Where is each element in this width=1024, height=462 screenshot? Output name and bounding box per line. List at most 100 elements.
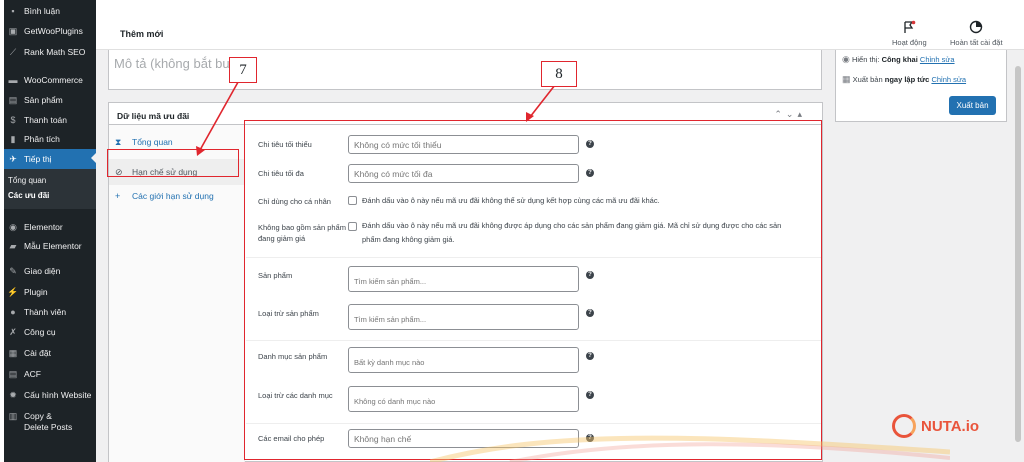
finish-setup-label: Hoàn tất cài đặt xyxy=(950,38,1003,47)
sidebar-item-label: Copy & Delete Posts xyxy=(24,411,72,433)
page-title: Thêm mới xyxy=(120,29,164,39)
publish-edit-link[interactable]: Chỉnh sửa xyxy=(931,75,966,84)
ticket-icon: ⧗ xyxy=(115,136,122,147)
progress-ring-icon xyxy=(970,20,983,34)
publish-label: Xuất bản xyxy=(852,75,883,84)
nuta-logo-icon xyxy=(892,414,916,438)
publish-value: ngay lập tức xyxy=(884,75,930,84)
visibility-value: Công khai xyxy=(881,55,918,64)
sidebar-item-users[interactable]: ● Thành viên xyxy=(4,303,96,321)
collapse-caret-icon[interactable]: ▴ xyxy=(797,109,806,119)
plug-icon: ⚡ xyxy=(7,286,19,297)
sidebar-item-label: Cấu hình Website xyxy=(24,390,92,400)
copy-line-2: Delete Posts xyxy=(24,422,73,432)
scrollbar-thumb[interactable] xyxy=(1015,66,1021,442)
sidebar-item-label: Bình luận xyxy=(24,6,60,16)
callout-8: 8 xyxy=(541,61,577,87)
sidebar-item-label: Phân tích xyxy=(24,134,60,144)
sidebar-item-acf[interactable]: ▤ ACF xyxy=(4,365,96,383)
flag-icon xyxy=(904,20,916,33)
sidebar-item-comments[interactable]: ▪ Bình luận xyxy=(4,2,96,20)
sidebar-item-label: Cài đặt xyxy=(24,348,51,358)
sidebar-item-analytics[interactable]: ▮ Phân tích xyxy=(4,130,96,148)
sidebar-item-label: ACF xyxy=(24,369,41,379)
settings-icon: ▦ xyxy=(8,347,18,358)
sidebar-item-copy-delete[interactable]: ▥ Copy & Delete Posts xyxy=(4,408,96,438)
annotation-box-tab xyxy=(107,149,239,177)
sidebar-item-elementor-templates[interactable]: ▰ Mẫu Elementor xyxy=(4,237,96,255)
sidebar-item-label: Plugin xyxy=(24,287,48,297)
megaphone-icon: ✈ xyxy=(9,153,17,164)
tab-label: Tổng quan xyxy=(132,137,173,147)
sidebar-item-woocommerce[interactable]: ▬ WooCommerce xyxy=(4,71,96,89)
sidebar-item-tools[interactable]: ✗ Công cụ xyxy=(4,323,96,341)
chart-line-icon: ⟋ xyxy=(9,46,17,57)
user-icon: ● xyxy=(10,307,16,317)
activity-button[interactable]: Hoạt động xyxy=(892,20,927,47)
watermark-brand: NUTA.io xyxy=(921,417,980,435)
panel-controls: ⌃⌄▴ xyxy=(774,109,806,120)
folder-icon: ▰ xyxy=(9,240,17,251)
sidebar-item-marketing[interactable]: ✈ Tiếp thị xyxy=(4,149,96,169)
sidebar-item-label: Rank Math SEO xyxy=(24,47,86,57)
tab-label: Các giới hạn sử dụng xyxy=(132,191,214,201)
sidebar-item-label: Elementor xyxy=(24,222,63,232)
calendar-icon: ▦ xyxy=(842,74,851,84)
elementor-icon: ◉ xyxy=(9,221,17,232)
sidebar-item-payments[interactable]: $ Thanh toán xyxy=(4,111,96,129)
brush-icon: ✎ xyxy=(9,265,17,276)
sidebar-item-plugins[interactable]: ⚡ Plugin xyxy=(4,283,96,301)
sidebar-item-settings[interactable]: ▦ Cài đặt xyxy=(4,344,96,362)
plus-icon: + xyxy=(115,191,121,201)
sidebar-item-rankmath[interactable]: ⟋ Rank Math SEO xyxy=(4,43,96,61)
callout-7: 7 xyxy=(229,57,257,83)
comment-icon: ▪ xyxy=(11,6,15,16)
tab-usage-limits[interactable]: + Các giới hạn sử dụng xyxy=(109,183,245,209)
submenu-overview[interactable]: Tổng quan xyxy=(8,176,46,185)
sidebar-item-getwooplugins[interactable]: ▣ GetWooPlugins xyxy=(4,22,96,40)
sidebar-item-appearance[interactable]: ✎ Giao diện xyxy=(4,262,96,280)
top-toolbar: Thêm mới Hoạt động Hoàn tất cài đặt xyxy=(96,0,1024,50)
sidebar-item-label: GetWooPlugins xyxy=(24,26,83,36)
sidebar-item-label: Mẫu Elementor xyxy=(24,241,82,251)
frame-edge xyxy=(0,0,4,462)
chevron-down-icon[interactable]: ⌄ xyxy=(786,109,798,119)
sidebar-item-label: Công cụ xyxy=(24,327,56,337)
annotation-box-fields xyxy=(244,120,822,460)
dollar-icon: $ xyxy=(10,115,16,125)
sidebar-item-products[interactable]: ▤ Sản phẩm xyxy=(4,91,96,109)
sidebar-item-label: WooCommerce xyxy=(24,75,83,85)
excerpt-textarea[interactable]: Mô tả (không bắt buộc) xyxy=(108,50,822,90)
sidebar-item-site-config[interactable]: ✹ Cấu hình Website xyxy=(4,386,96,404)
bar-chart-icon: ▮ xyxy=(10,133,16,144)
excerpt-placeholder: Mô tả (không bắt buộc) xyxy=(114,56,248,71)
admin-sidebar: ▪ Bình luận ▣ GetWooPlugins ⟋ Rank Math SEO… xyxy=(4,0,96,462)
submenu-coupons[interactable]: Các ưu đãi xyxy=(8,191,49,200)
publish-button[interactable]: Xuất bản xyxy=(949,96,996,115)
plugin-grid-icon: ▣ xyxy=(8,25,18,36)
wrench-icon: ✗ xyxy=(9,326,17,337)
publish-date-line: ▦ Xuất bản ngay lập tức Chỉnh sửa xyxy=(842,74,966,85)
marketing-submenu: Tổng quan Các ưu đãi xyxy=(4,169,96,209)
copy-icon: ▥ xyxy=(8,410,18,421)
visibility-edit-link[interactable]: Chỉnh sửa xyxy=(920,55,955,64)
chevron-up-icon[interactable]: ⌃ xyxy=(774,109,786,119)
sidebar-item-label: Sản phẩm xyxy=(24,95,63,105)
acf-icon: ▤ xyxy=(8,368,18,379)
activity-label: Hoạt động xyxy=(892,38,927,47)
decorative-wave xyxy=(430,435,950,462)
sidebar-item-elementor[interactable]: ◉ Elementor xyxy=(4,218,96,236)
eye-icon: ◉ xyxy=(842,54,850,64)
visibility-line: ◉ Hiển thị: Công khai Chỉnh sửa xyxy=(842,54,955,65)
woocommerce-icon: ▬ xyxy=(8,75,18,85)
watermark: NUTA.io xyxy=(892,414,979,438)
sidebar-item-label: Thanh toán xyxy=(24,115,68,125)
panel-title: Dữ liệu mã ưu đãi xyxy=(117,111,190,121)
sidebar-item-label: Tiếp thị xyxy=(24,154,52,164)
visibility-label: Hiển thị: xyxy=(851,55,880,64)
gear-icon: ✹ xyxy=(9,389,17,400)
sidebar-item-label: Giao diện xyxy=(24,266,61,276)
finish-setup-button[interactable]: Hoàn tất cài đặt xyxy=(950,20,1003,47)
sidebar-item-label: Thành viên xyxy=(24,307,67,317)
archive-icon: ▤ xyxy=(8,94,18,105)
